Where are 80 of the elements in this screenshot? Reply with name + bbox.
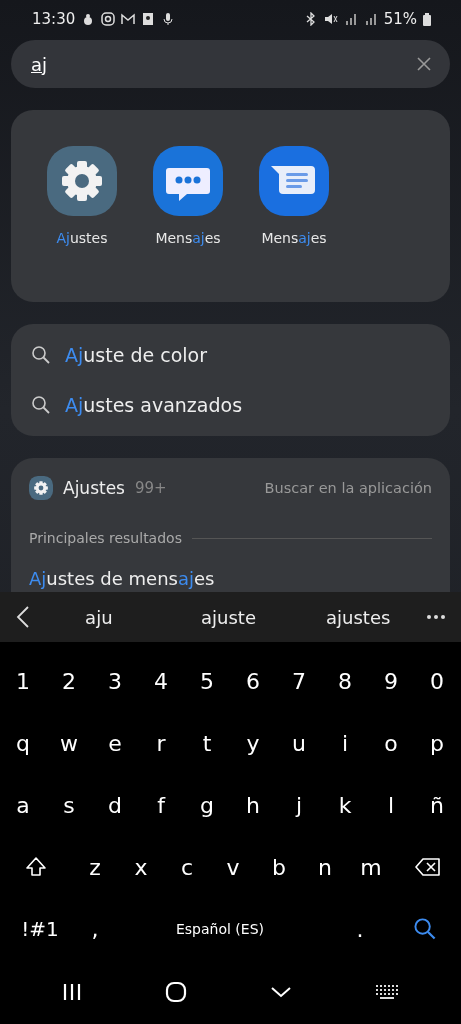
key[interactable]: 4 bbox=[138, 657, 184, 705]
space-key[interactable]: Español (ES) bbox=[110, 905, 330, 953]
more-dots-icon bbox=[427, 615, 445, 619]
key[interactable]: 1 bbox=[0, 657, 46, 705]
app-label[interactable]: Mensajes bbox=[155, 230, 221, 246]
camera-icon bbox=[101, 12, 116, 26]
key[interactable]: w bbox=[46, 719, 92, 767]
section-heading: Principales resultados bbox=[29, 530, 182, 546]
key[interactable]: t bbox=[184, 719, 230, 767]
search-icon bbox=[31, 395, 51, 415]
mail-icon bbox=[121, 12, 136, 26]
close-icon bbox=[416, 56, 432, 72]
key[interactable]: a bbox=[0, 781, 46, 829]
key[interactable]: n bbox=[302, 843, 348, 891]
word-suggestion[interactable]: ajustes bbox=[293, 606, 423, 628]
key[interactable]: k bbox=[322, 781, 368, 829]
key[interactable]: 8 bbox=[322, 657, 368, 705]
key[interactable]: x bbox=[118, 843, 164, 891]
key[interactable]: u bbox=[276, 719, 322, 767]
suggestion-text[interactable]: Ajuste de color bbox=[65, 344, 207, 366]
chevron-left-icon bbox=[16, 606, 30, 628]
message-lines-icon bbox=[259, 146, 329, 216]
key[interactable]: l bbox=[368, 781, 414, 829]
signal-icon bbox=[343, 12, 358, 26]
symbols-key[interactable]: !#1 bbox=[0, 905, 80, 953]
microphone-icon bbox=[161, 12, 176, 26]
key[interactable]: q bbox=[0, 719, 46, 767]
key[interactable]: , bbox=[80, 905, 110, 953]
search-icon bbox=[31, 345, 51, 365]
shift-icon bbox=[25, 856, 47, 878]
key[interactable]: r bbox=[138, 719, 184, 767]
app-label[interactable]: Mensajes bbox=[261, 230, 327, 246]
key[interactable]: 6 bbox=[230, 657, 276, 705]
key[interactable]: c bbox=[164, 843, 210, 891]
keyboard-icon bbox=[375, 984, 400, 1000]
gear-icon bbox=[47, 146, 117, 216]
chevron-down-icon bbox=[270, 986, 293, 998]
key[interactable]: s bbox=[46, 781, 92, 829]
result-count: 99+ bbox=[134, 479, 167, 497]
key[interactable]: z bbox=[72, 843, 118, 891]
key[interactable]: ñ bbox=[414, 781, 460, 829]
status-time: 13:30 bbox=[32, 10, 76, 28]
key[interactable]: h bbox=[230, 781, 276, 829]
chat-bubble-icon bbox=[153, 146, 223, 216]
key[interactable]: 0 bbox=[414, 657, 460, 705]
key[interactable]: . bbox=[330, 905, 390, 953]
key[interactable]: g bbox=[184, 781, 230, 829]
battery-percentage: 51% bbox=[383, 10, 417, 28]
word-suggestion[interactable]: ajuste bbox=[163, 606, 294, 628]
key[interactable]: p bbox=[414, 719, 460, 767]
key[interactable]: e bbox=[92, 719, 138, 767]
search-in-app-link[interactable]: Buscar en la aplicación bbox=[264, 480, 432, 496]
key[interactable]: 3 bbox=[92, 657, 138, 705]
key[interactable]: f bbox=[138, 781, 184, 829]
key[interactable]: 2 bbox=[46, 657, 92, 705]
backspace-icon bbox=[414, 858, 441, 876]
result-text[interactable]: Ajustes de mensajes bbox=[29, 568, 432, 589]
key[interactable]: j bbox=[276, 781, 322, 829]
key[interactable]: 9 bbox=[368, 657, 414, 705]
suggestion-text[interactable]: Ajustes avanzados bbox=[65, 394, 243, 416]
app-label[interactable]: Ajustes bbox=[56, 230, 108, 246]
key[interactable]: b bbox=[256, 843, 302, 891]
search-field[interactable]: aj bbox=[11, 40, 450, 88]
mute-icon bbox=[323, 12, 338, 26]
key[interactable]: 5 bbox=[184, 657, 230, 705]
battery-icon bbox=[423, 12, 431, 26]
key[interactable]: i bbox=[322, 719, 368, 767]
gear-icon bbox=[29, 476, 53, 500]
word-suggestion[interactable]: aju bbox=[34, 606, 164, 628]
key[interactable]: m bbox=[348, 843, 394, 891]
rounded-square-icon bbox=[164, 981, 187, 1003]
search-icon bbox=[413, 917, 437, 941]
app-name: Ajustes bbox=[63, 478, 125, 498]
key[interactable]: v bbox=[210, 843, 256, 891]
signal-icon bbox=[363, 12, 378, 26]
key[interactable]: y bbox=[230, 719, 276, 767]
three-lines-icon bbox=[61, 983, 82, 1001]
key[interactable]: 7 bbox=[276, 657, 322, 705]
key[interactable]: d bbox=[92, 781, 138, 829]
key[interactable]: o bbox=[368, 719, 414, 767]
